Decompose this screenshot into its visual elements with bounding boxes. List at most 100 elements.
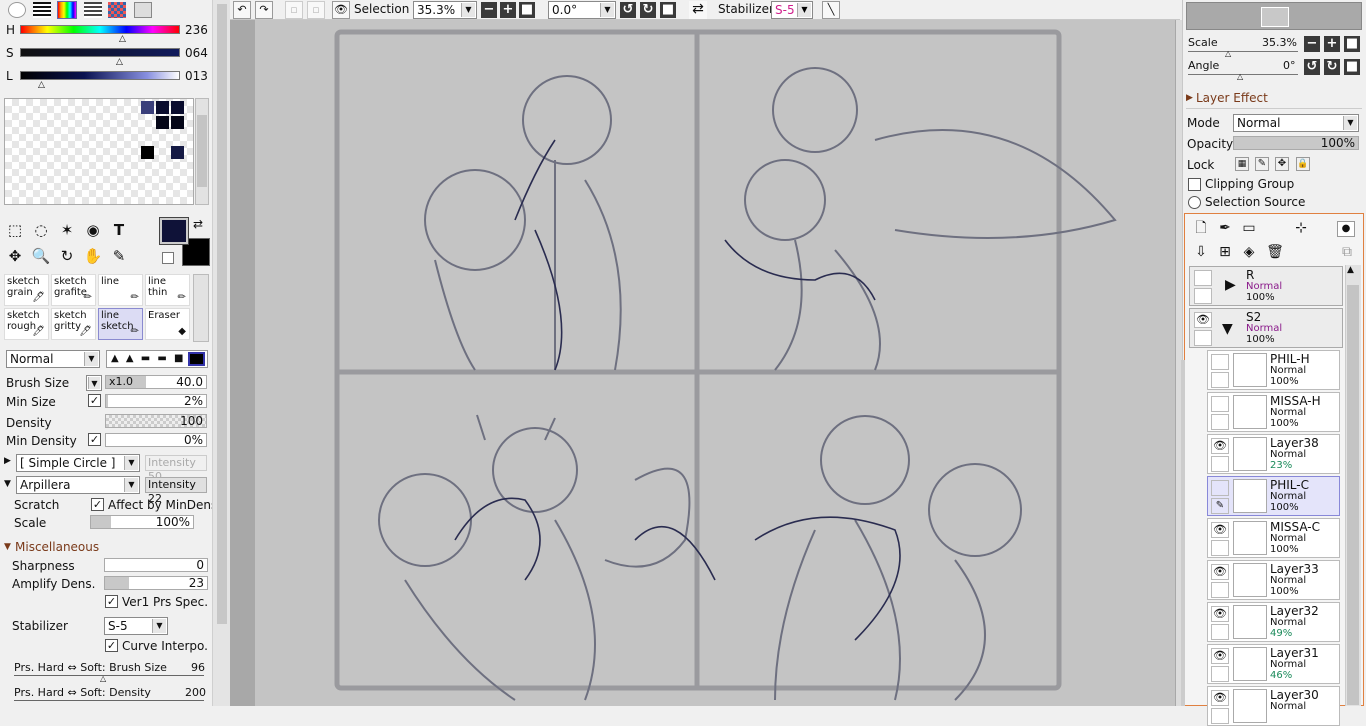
eye-icon[interactable]: 👁 [1211, 690, 1229, 706]
lasso-icon[interactable]: ◌ [30, 220, 52, 240]
layer-lock-toggle[interactable] [1211, 456, 1229, 472]
eye-icon[interactable]: 👁 [1211, 648, 1229, 664]
sharpness-bar[interactable]: 0 [104, 558, 208, 572]
layer-row[interactable]: 👁 Layer31 Normal 46% [1207, 644, 1340, 684]
layer-row[interactable]: MISSA-H Normal 100% [1207, 392, 1340, 432]
drawing-canvas[interactable] [255, 20, 1175, 706]
swatch-grid[interactable] [4, 98, 194, 205]
bucket-icon[interactable]: ◉ [82, 220, 104, 240]
layer-row[interactable]: 👁 Layer32 Normal 49% [1207, 602, 1340, 642]
eye-icon[interactable]: 👁 [1211, 564, 1229, 580]
merge-down-icon[interactable]: ⇩ [1190, 242, 1212, 262]
texture-select[interactable]: Arpillera ▼ [16, 476, 140, 494]
layer-row[interactable]: 👁 Layer38 Normal 23% [1207, 434, 1340, 474]
texture-intensity[interactable]: Intensity 22 [145, 477, 207, 505]
layer-mode-select[interactable]: Normal ▼ [1233, 114, 1359, 132]
stabilizer-select[interactable]: S-5 ▼ [104, 617, 168, 635]
new-folder-icon[interactable]: ▭ [1238, 218, 1260, 238]
min-size-checkbox[interactable]: ✓ [88, 394, 101, 407]
color-wheel-icon[interactable] [8, 2, 26, 18]
selection-source-radio[interactable] [1188, 196, 1201, 209]
brush-size-bar[interactable]: x1.0 40.0 [105, 375, 207, 389]
layer-group-s2[interactable]: 👁 ▼ S2 Normal 100% [1189, 308, 1343, 348]
amplify-bar[interactable]: 23 [104, 576, 208, 590]
text-tool-icon[interactable]: T [108, 220, 130, 240]
rotate-reset-button[interactable]: ■ [660, 2, 676, 18]
brush-line[interactable]: line ✏ [98, 274, 143, 306]
eyedropper-icon[interactable]: ✎ [108, 246, 130, 266]
layer-transform-icon[interactable]: ⊹ [1290, 218, 1312, 238]
left-panel-scrollbar[interactable] [212, 0, 230, 706]
lightness-handle-icon[interactable]: △ [38, 80, 45, 90]
brush-line-sketch[interactable]: line sketch ✏ [98, 308, 143, 340]
move-icon[interactable]: ✥ [4, 246, 26, 266]
curve-checkbox[interactable]: ✓ [105, 639, 118, 652]
redo-icon[interactable]: ↷ [255, 1, 273, 19]
layer-group-r[interactable]: ▶ R Normal 100% [1189, 266, 1343, 306]
delete-layer-icon[interactable]: 🗑 [1264, 242, 1286, 262]
rotate-left-button[interactable]: ↺ [620, 2, 636, 18]
folder-collapsed-icon[interactable]: ▶ [1225, 277, 1236, 293]
nav-angle-handle-icon[interactable]: △ [1237, 72, 1243, 81]
color-mixer-icon[interactable] [84, 2, 102, 18]
affect-checkbox[interactable]: ✓ [91, 498, 104, 511]
hue-slider[interactable] [20, 25, 180, 34]
nav-scale-handle-icon[interactable]: △ [1225, 49, 1231, 58]
new-linework-layer-icon[interactable]: ✒ [1214, 218, 1236, 238]
eye-icon[interactable]: 👁 [1211, 438, 1229, 454]
zoom-reset-button[interactable]: ■ [519, 2, 535, 18]
prs-density-slider[interactable] [14, 700, 204, 701]
primary-color-swatch[interactable] [159, 217, 189, 245]
straight-line-icon[interactable]: ╲ [822, 1, 840, 19]
selection-eye-icon[interactable]: 👁 [332, 1, 350, 19]
clear-layer-icon[interactable]: ◈ [1238, 242, 1260, 262]
layer-lock-toggle[interactable] [1211, 372, 1229, 388]
layer-visibility-toggle[interactable] [1211, 396, 1229, 412]
texture-scale-bar[interactable]: 100% [90, 515, 194, 529]
brush-sketch-grafite[interactable]: sketch grafite ✏ [51, 274, 96, 306]
layer-effect-expand-icon[interactable]: ▶ [1186, 93, 1193, 103]
brush-sketch-grain[interactable]: sketch grain 🖊 [4, 274, 49, 306]
group-s2-lock[interactable] [1194, 330, 1212, 346]
clipping-checkbox[interactable] [1188, 178, 1201, 191]
undo-icon[interactable]: ↶ [233, 1, 251, 19]
lock-paint-icon[interactable]: ✎ [1255, 157, 1269, 171]
eye-icon[interactable]: 👁 [1211, 606, 1229, 622]
layer-row[interactable]: 👁 Layer30 Normal [1207, 686, 1340, 726]
layer-row[interactable]: 👁 MISSA-C Normal 100% [1207, 518, 1340, 558]
lock-all-icon[interactable]: 🔒 [1296, 157, 1310, 171]
layer-visibility-toggle[interactable] [1211, 354, 1229, 370]
swatch-scrollbar[interactable] [195, 98, 209, 205]
texture-expand-icon[interactable]: ▼ [4, 479, 11, 489]
transparent-color-icon[interactable] [162, 252, 174, 264]
min-density-bar[interactable]: 0% [105, 433, 207, 447]
zoom-select[interactable]: 35.3% ▼ [413, 1, 477, 19]
group-r-lock[interactable] [1194, 288, 1212, 304]
nav-rotate-reset-button[interactable]: ■ [1344, 59, 1360, 75]
hsv-sliders-icon[interactable] [57, 1, 77, 19]
hand-icon[interactable]: ✋ [82, 246, 104, 266]
rotate-right-button[interactable]: ↻ [640, 2, 656, 18]
saturation-handle-icon[interactable]: △ [116, 57, 123, 67]
new-layer-icon[interactable]: 🗋 [1190, 218, 1212, 238]
invert-selection-icon[interactable]: ▫ [307, 1, 325, 19]
folder-expanded-icon[interactable]: ▼ [1222, 321, 1233, 337]
nav-rotate-right-button[interactable]: ↻ [1324, 59, 1340, 75]
layer-row[interactable]: 👁 Layer33 Normal 100% [1207, 560, 1340, 600]
layer-lock-toggle[interactable] [1211, 582, 1229, 598]
group-r-visibility[interactable] [1194, 270, 1212, 286]
nav-scale-slider[interactable] [1188, 51, 1298, 52]
eye-icon[interactable]: 👁 [1211, 522, 1229, 538]
prs-size-handle-icon[interactable]: △ [100, 674, 106, 683]
brush-sketch-rough[interactable]: sketch rough 🖊 [4, 308, 49, 340]
nav-zoom-reset-button[interactable]: ■ [1344, 36, 1360, 52]
layer-lock-toggle[interactable] [1211, 666, 1229, 682]
misc-header[interactable]: Miscellaneous [15, 540, 99, 554]
pencil-icon[interactable]: ✎ [1211, 498, 1229, 514]
swap-colors-icon[interactable]: ⇄ [193, 217, 203, 231]
brush-shape-select[interactable]: [ Simple Circle ] ▼ [16, 454, 140, 472]
shape-intensity[interactable]: Intensity 50 [145, 455, 207, 483]
brush-line-thin[interactable]: line thin ✏ [145, 274, 190, 306]
rect-select-icon[interactable]: ⬚ [4, 220, 26, 240]
size-mult-dropdown[interactable]: ▼ [86, 375, 102, 391]
